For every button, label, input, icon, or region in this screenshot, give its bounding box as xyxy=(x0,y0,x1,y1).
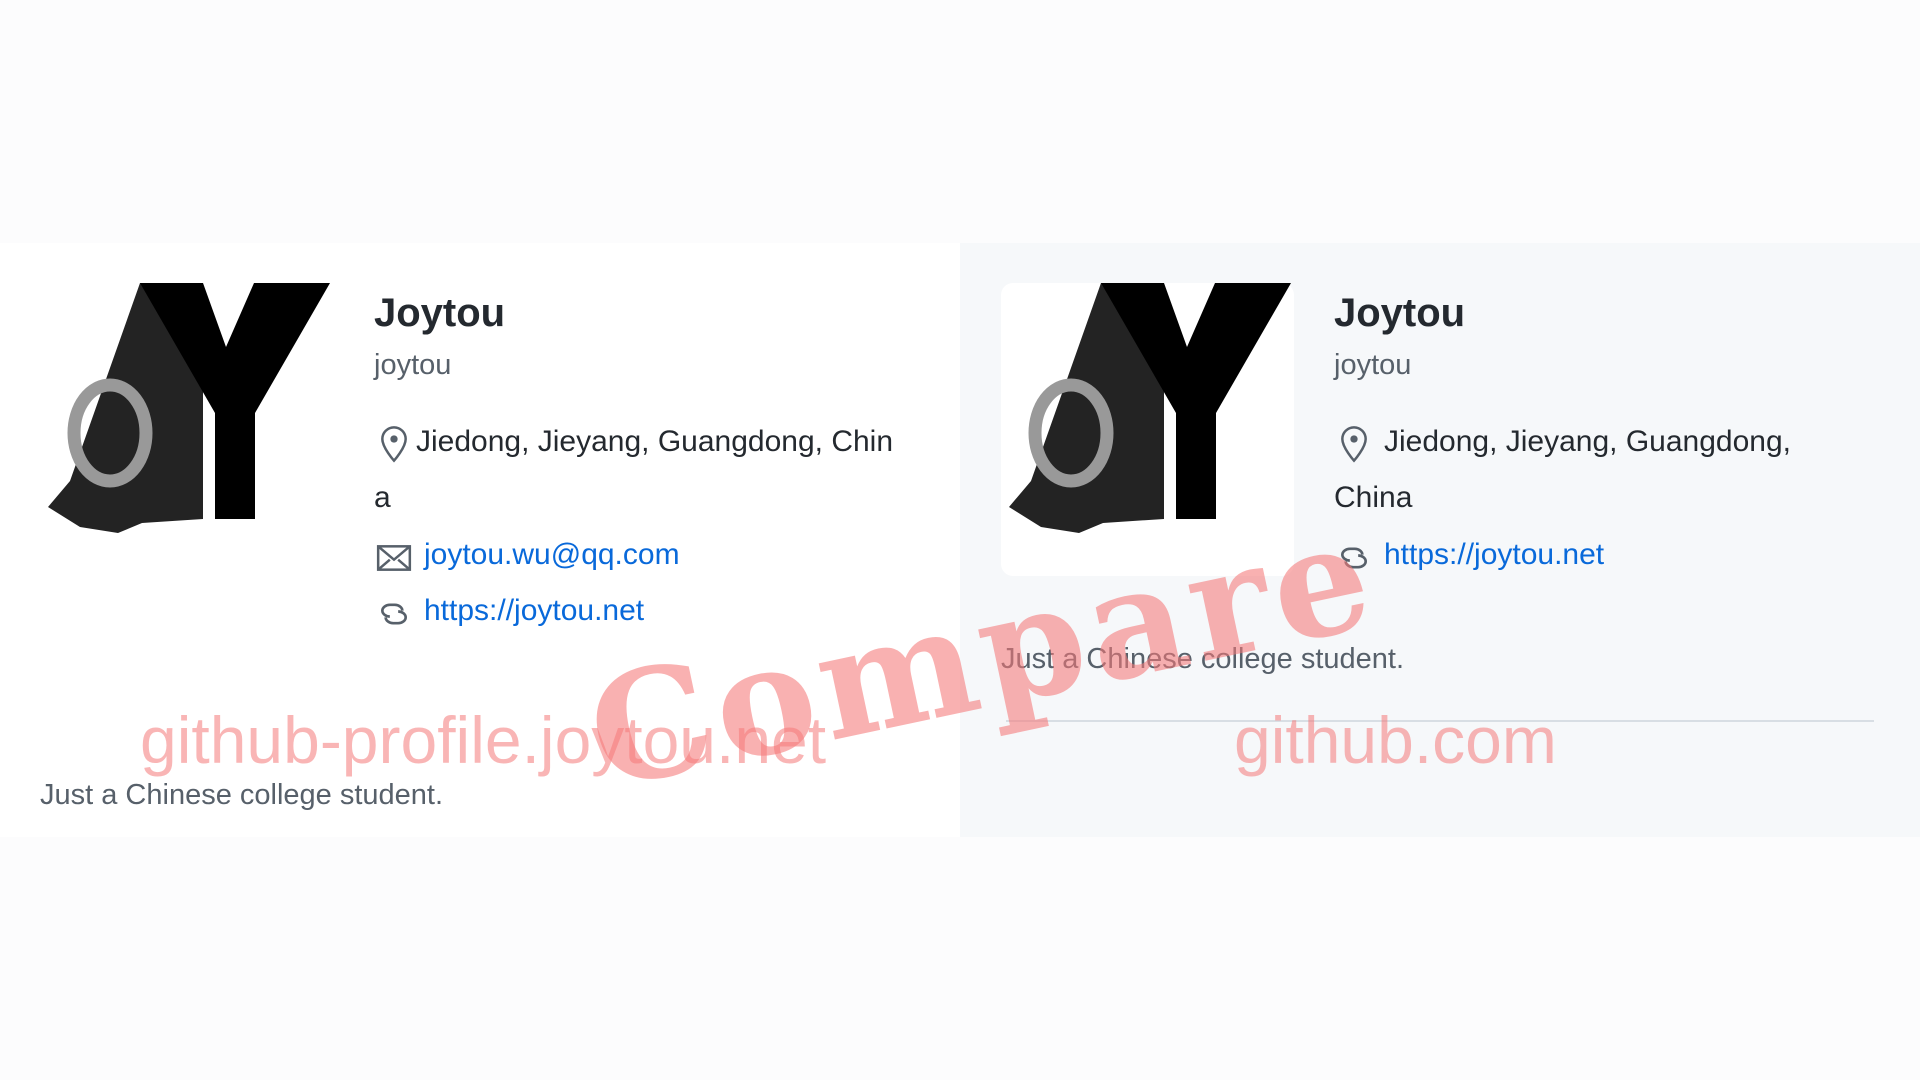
profile-login: joytou xyxy=(1334,349,1412,381)
location-pin-icon xyxy=(1334,424,1374,464)
profile-bio: Just a Chinese college student. xyxy=(40,779,444,811)
link-icon xyxy=(1334,538,1374,578)
location-pin-icon xyxy=(374,424,414,464)
location-text-continued: a xyxy=(374,481,391,514)
website-link[interactable]: https://joytou.net xyxy=(1384,527,1604,583)
avatar[interactable] xyxy=(40,283,333,576)
website-link[interactable]: https://joytou.net xyxy=(424,583,644,639)
email-link[interactable]: joytou.wu@qq.com xyxy=(424,527,680,583)
joytou-logo xyxy=(48,283,330,533)
location-text: Jiedong, Jieyang, Guangdong, Chin xyxy=(416,425,894,458)
avatar[interactable] xyxy=(1001,283,1294,576)
profile-name: Joytou xyxy=(1334,291,1466,335)
location-text-continued: China xyxy=(1334,481,1413,514)
link-icon xyxy=(374,594,414,634)
profile-name: Joytou xyxy=(374,291,506,335)
section-divider xyxy=(1006,720,1874,722)
profile-bio: Just a Chinese college student. xyxy=(1001,643,1405,675)
profile-login: joytou xyxy=(374,349,452,381)
mail-icon xyxy=(374,538,414,578)
joytou-logo xyxy=(1009,283,1291,533)
location-text: Jiedong, Jieyang, Guangdong, xyxy=(1384,425,1791,458)
